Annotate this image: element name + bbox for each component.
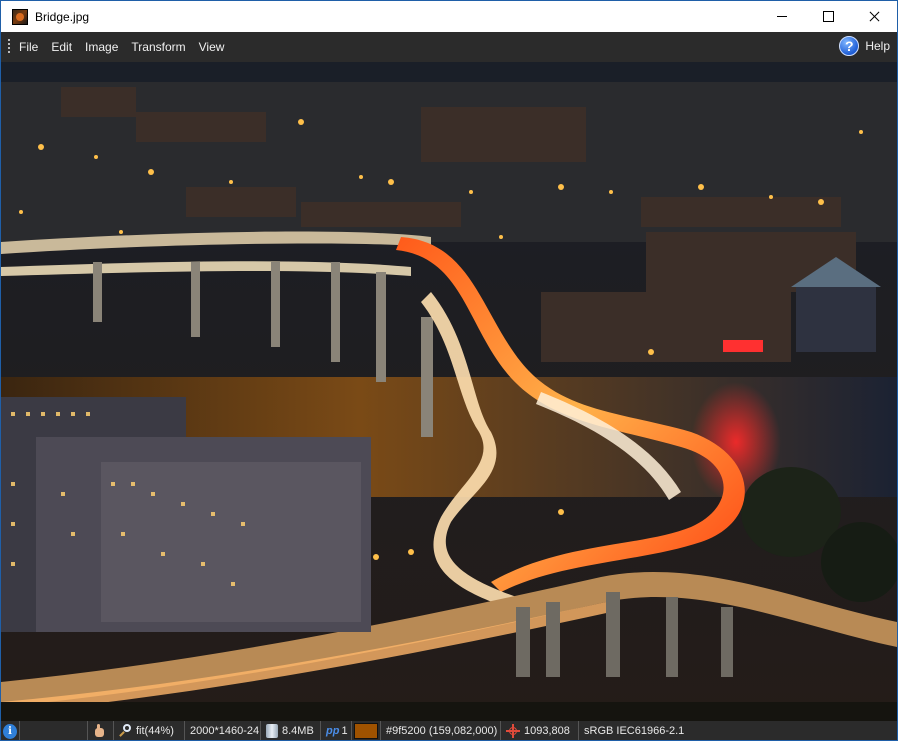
memory-icon xyxy=(266,724,278,738)
memory-usage: 8.4MB xyxy=(282,725,314,737)
status-profile: sRGB IEC61966-2.1 xyxy=(578,721,688,740)
menu-view[interactable]: View xyxy=(199,40,225,54)
page-icon: pp xyxy=(326,725,340,737)
status-color-swatch xyxy=(351,721,380,740)
status-memory: 8.4MB xyxy=(260,721,320,740)
toolbar-grip-icon[interactable] xyxy=(8,39,10,55)
pixel-color: #9f5200 (159,082,000) xyxy=(386,725,498,737)
help-button[interactable]: ? Help xyxy=(839,36,890,56)
image-dimensions: 2000*1460-24 xyxy=(190,725,260,737)
cursor-position: 1093,808 xyxy=(524,725,570,737)
status-bar: i fit(44%) 2000*1460-24 8.4MB pp 1 #9f52… xyxy=(1,721,897,740)
photo-icon xyxy=(12,8,28,25)
zoom-level: fit(44%) xyxy=(136,725,174,737)
menu-image[interactable]: Image xyxy=(85,40,118,54)
menu-file[interactable]: File xyxy=(19,40,38,54)
page-number: 1 xyxy=(341,725,348,737)
help-label: Help xyxy=(865,39,890,53)
question-icon: ? xyxy=(839,36,860,56)
status-zoom[interactable]: fit(44%) xyxy=(113,721,184,740)
status-blank xyxy=(19,721,87,740)
bridge-night-photo xyxy=(1,62,897,721)
close-button[interactable] xyxy=(851,1,897,32)
menu-edit[interactable]: Edit xyxy=(51,40,72,54)
status-dimensions: 2000*1460-24 xyxy=(184,721,260,740)
magnifier-icon xyxy=(119,724,133,738)
hand-icon xyxy=(93,724,105,738)
window-title: Bridge.jpg xyxy=(35,9,90,24)
minimize-button[interactable] xyxy=(759,1,805,32)
status-page[interactable]: pp 1 xyxy=(320,721,351,740)
status-pan[interactable] xyxy=(87,721,113,740)
status-cursor: 1093,808 xyxy=(500,721,578,740)
info-icon: i xyxy=(3,723,17,739)
menu-bar: File Edit Image Transform View ? Help xyxy=(1,32,897,62)
status-color-value: #9f5200 (159,082,000) xyxy=(380,721,500,740)
title-bar[interactable]: Bridge.jpg xyxy=(1,1,897,32)
image-viewer-window: Bridge.jpg File Edit Image Transform Vie… xyxy=(0,0,898,741)
color-swatch xyxy=(354,723,378,739)
status-info[interactable]: i xyxy=(1,721,19,740)
menu-transform[interactable]: Transform xyxy=(131,40,185,54)
window-controls xyxy=(759,1,897,32)
color-profile: sRGB IEC61966-2.1 xyxy=(584,725,685,737)
crosshair-icon xyxy=(506,724,520,738)
image-canvas[interactable] xyxy=(1,62,897,721)
maximize-button[interactable] xyxy=(805,1,851,32)
